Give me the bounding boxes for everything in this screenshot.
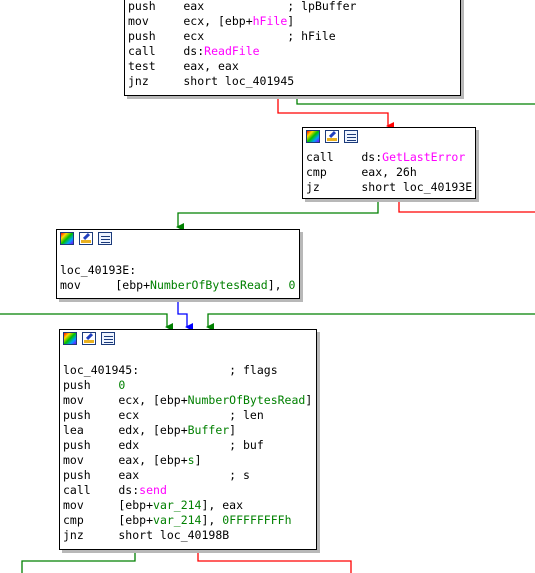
asm-line[interactable]: call ds:GetLastError: [303, 150, 475, 165]
edge-false-node2-out: [398, 198, 535, 213]
block-header: [303, 128, 475, 146]
block-header: [60, 330, 316, 348]
code-token: push edx ; buf: [63, 438, 264, 452]
code-token: loc_401945: ; flags: [63, 363, 278, 377]
api-token: GetLastError: [382, 150, 466, 164]
operand-token: var_214: [153, 498, 202, 512]
operand-token: 0: [288, 278, 296, 292]
code-block-loc401945[interactable]: loc_401945: ; flags push 0 mov ecx, [ebp+N…: [59, 329, 317, 550]
operand-token: 0FFFFFFFFh: [222, 513, 292, 527]
asm-line[interactable]: [60, 348, 316, 363]
asm-line[interactable]: lea edx, [ebp+Buffer]: [60, 423, 316, 438]
asm-line[interactable]: push edx ; buf: [60, 438, 316, 453]
asm-line[interactable]: push eax ; lpBuffer: [125, 0, 460, 14]
code-token: call ds:: [63, 483, 140, 497]
api-token: hFile: [252, 14, 288, 28]
operand-token: NumberOfBytesRead: [187, 393, 306, 407]
edge-in-right: [206, 313, 535, 331]
asm-line[interactable]: [57, 248, 299, 263]
color-icon[interactable]: [63, 332, 77, 345]
code-token: push ecx ; len: [63, 408, 264, 422]
operand-token: s: [187, 453, 195, 467]
code-block-loc40193e[interactable]: loc_40193E: mov [ebp+NumberOfBytesRead], …: [56, 229, 300, 299]
asm-line[interactable]: mov eax, [ebp+s]: [60, 453, 316, 468]
block-lines: loc_401945: ; flags push 0 mov ecx, [ebp+N…: [60, 348, 316, 543]
code-block-getlasterror[interactable]: call ds:GetLastError cmp eax, 26h jz short…: [302, 127, 476, 199]
graph-icon[interactable]: [344, 130, 358, 143]
rename-icon[interactable]: [79, 232, 93, 245]
edge-true-node2-loc40193e: [176, 198, 379, 231]
code-block-readfile[interactable]: push eax ; lpBuffer mov ecx, [ebp+hFile] p…: [124, 0, 461, 96]
code-token: jz short loc_40193E: [306, 180, 473, 194]
code-token: push: [63, 378, 119, 392]
graph-icon[interactable]: [101, 332, 115, 345]
asm-line[interactable]: push ecx ; len: [60, 408, 316, 423]
code-token: jnz short loc_401945: [128, 74, 295, 88]
code-token: mov ecx, [ebp+: [128, 14, 253, 28]
color-icon[interactable]: [306, 130, 320, 143]
code-token: mov ecx, [ebp+: [63, 393, 188, 407]
code-token: mov eax, [ebp+: [63, 453, 188, 467]
edge-in-left: [0, 313, 173, 331]
asm-line[interactable]: mov ecx, [ebp+hFile]: [125, 14, 460, 29]
code-token: ], eax: [201, 498, 244, 512]
asm-line[interactable]: mov [ebp+NumberOfBytesRead], 0: [57, 278, 299, 293]
asm-line[interactable]: push ecx ; hFile: [125, 29, 460, 44]
edge-true-node1-loc401945: [296, 96, 535, 105]
operand-token: NumberOfBytesRead: [150, 278, 268, 292]
code-token: mov [ebp+: [63, 498, 154, 512]
asm-line[interactable]: test eax, eax: [125, 59, 460, 74]
code-token: test eax, eax: [128, 59, 239, 73]
block-lines: push eax ; lpBuffer mov ecx, [ebp+hFile] p…: [125, 0, 460, 89]
code-token: call ds:: [128, 44, 205, 58]
code-token: lea edx, [ebp+: [63, 423, 188, 437]
code-token: loc_40193E:: [60, 263, 137, 277]
asm-line[interactable]: push eax ; s: [60, 468, 316, 483]
asm-line[interactable]: call ds:send: [60, 483, 316, 498]
asm-line[interactable]: push 0: [60, 378, 316, 393]
code-token: lpBuffer: [301, 0, 357, 13]
graph-icon[interactable]: [98, 232, 112, 245]
edge-uncond-loc40193e-loc401945: [177, 298, 193, 331]
code-token: ]: [229, 423, 237, 437]
asm-line[interactable]: loc_401945: ; flags: [60, 363, 316, 378]
code-token: cmp [ebp+: [63, 513, 154, 527]
code-token: call ds:: [306, 150, 383, 164]
asm-line[interactable]: cmp eax, 26h: [303, 165, 475, 180]
asm-line[interactable]: mov [ebp+var_214], eax: [60, 498, 316, 513]
edge-true-node4-out: [21, 549, 136, 573]
rename-icon[interactable]: [82, 332, 96, 345]
operand-token: var_214: [153, 513, 202, 527]
asm-line[interactable]: call ds:ReadFile: [125, 44, 460, 59]
code-token: ],: [267, 278, 289, 292]
api-token: ReadFile: [204, 44, 260, 58]
rename-icon[interactable]: [325, 130, 339, 143]
code-token: push eax ; s: [63, 468, 250, 482]
asm-line[interactable]: jnz short loc_401945: [125, 74, 460, 89]
edge-false-node4-out: [197, 549, 352, 573]
code-token: ],: [201, 513, 223, 527]
asm-line[interactable]: loc_40193E:: [57, 263, 299, 278]
edge-false-node1-node2: [277, 96, 394, 130]
code-token: jnz short loc_40198B: [63, 528, 230, 542]
asm-line[interactable]: mov ecx, [ebp+NumberOfBytesRead]: [60, 393, 316, 408]
block-lines: call ds:GetLastError cmp eax, 26h jz short…: [303, 146, 475, 195]
code-token: ]: [287, 14, 295, 28]
asm-line[interactable]: cmp [ebp+var_214], 0FFFFFFFFh: [60, 513, 316, 528]
block-lines: loc_40193E: mov [ebp+NumberOfBytesRead], …: [57, 248, 299, 293]
operand-token: 0: [118, 378, 126, 392]
api-token: send: [139, 483, 167, 497]
block-header: [57, 230, 299, 248]
code-token: ]: [194, 453, 202, 467]
operand-token: Buffer: [187, 423, 230, 437]
asm-line[interactable]: jnz short loc_40198B: [60, 528, 316, 543]
color-icon[interactable]: [60, 232, 74, 245]
code-token: ]: [305, 393, 313, 407]
code-token: push eax ;: [128, 0, 302, 13]
code-token: push ecx ; hFile: [128, 29, 336, 43]
code-token: cmp eax, 26h: [306, 165, 417, 179]
asm-line[interactable]: jz short loc_40193E: [303, 180, 475, 195]
code-token: mov [ebp+: [60, 278, 151, 292]
